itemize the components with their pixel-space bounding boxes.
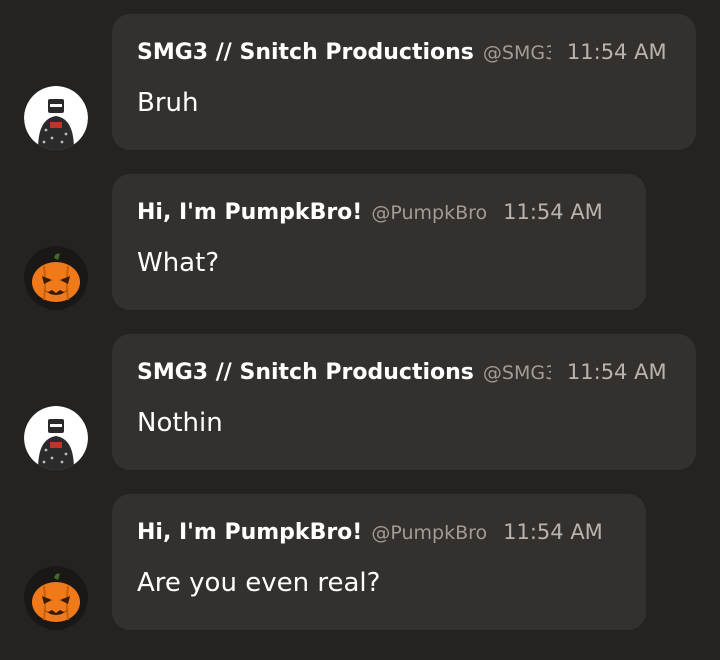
message-bubble: SMG3 // Snitch Productions @SMG3 11:54 A… [112, 334, 696, 470]
message-timestamp: 11:54 AM [503, 200, 603, 224]
avatar[interactable] [24, 86, 88, 150]
message-item: Hi, I'm PumpkBro! @PumpkBro 11:54 AM Are… [0, 494, 720, 630]
smg3-avatar-icon [24, 406, 88, 470]
author-name[interactable]: SMG3 // Snitch Productions [137, 360, 474, 385]
message-header: Hi, I'm PumpkBro! @PumpkBro 11:54 AM [137, 200, 622, 234]
smg3-avatar-icon [24, 86, 88, 150]
author-name[interactable]: Hi, I'm PumpkBro! [137, 520, 362, 545]
avatar[interactable] [24, 406, 88, 470]
pumpkin-avatar-icon [24, 246, 88, 310]
author-handle[interactable]: @PumpkBro [371, 202, 487, 224]
message-header: SMG3 // Snitch Productions @SMG3 11:54 A… [137, 40, 672, 74]
message-text: What? [137, 248, 220, 278]
message-text: Are you even real? [137, 568, 381, 598]
message-header: Hi, I'm PumpkBro! @PumpkBro 11:54 AM [137, 520, 622, 554]
message-bubble: Hi, I'm PumpkBro! @PumpkBro 11:54 AM Are… [112, 494, 646, 630]
message-item: Hi, I'm PumpkBro! @PumpkBro 11:54 AM Wha… [0, 174, 720, 310]
message-bubble: SMG3 // Snitch Productions @SMG3 11:54 A… [112, 14, 696, 150]
avatar[interactable] [24, 566, 88, 630]
author-handle[interactable]: @SMG3 [483, 362, 551, 384]
chat-log: SMG3 // Snitch Productions @SMG3 11:54 A… [0, 0, 720, 660]
message-timestamp: 11:54 AM [566, 40, 667, 64]
message-item: SMG3 // Snitch Productions @SMG3 11:54 A… [0, 334, 720, 470]
message-bubble: Hi, I'm PumpkBro! @PumpkBro 11:54 AM Wha… [112, 174, 646, 310]
message-text: Nothin [137, 408, 223, 438]
message-timestamp: 11:54 AM [566, 360, 667, 384]
message-header: SMG3 // Snitch Productions @SMG3 11:54 A… [137, 360, 672, 394]
author-handle[interactable]: @PumpkBro [371, 522, 487, 544]
pumpkin-avatar-icon [24, 566, 88, 630]
author-handle[interactable]: @SMG3 [483, 42, 551, 64]
avatar[interactable] [24, 246, 88, 310]
message-timestamp: 11:54 AM [503, 520, 603, 544]
message-item: SMG3 // Snitch Productions @SMG3 11:54 A… [0, 14, 720, 150]
author-name[interactable]: SMG3 // Snitch Productions [137, 40, 474, 65]
author-name[interactable]: Hi, I'm PumpkBro! [137, 200, 362, 225]
message-text: Bruh [137, 88, 199, 118]
